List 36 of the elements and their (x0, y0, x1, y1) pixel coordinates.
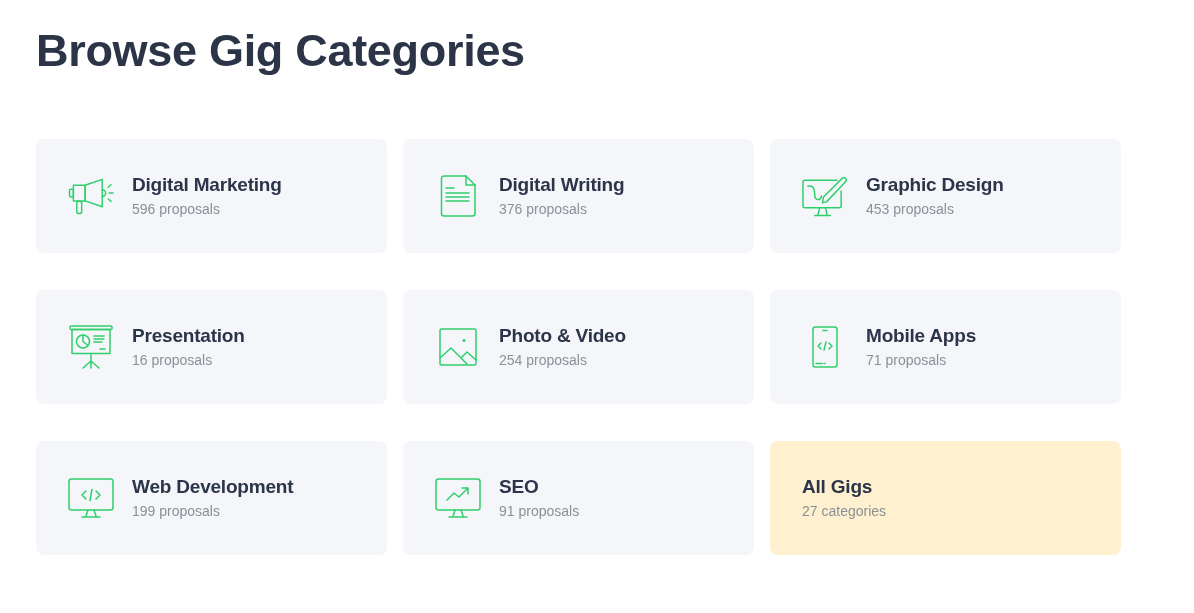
category-card[interactable]: SEO 91 proposals (403, 441, 754, 555)
document-icon (440, 175, 476, 217)
proposal-count: 91 proposals (499, 502, 580, 521)
category-card[interactable]: Mobile Apps 71 proposals (770, 290, 1121, 404)
category-name: Photo & Video (499, 324, 626, 348)
category-name: Web Development (132, 475, 294, 499)
proposal-count: 16 proposals (132, 351, 213, 370)
monitor-chart-icon (435, 478, 481, 518)
page-title: Browse Gig Categories (36, 24, 525, 78)
category-card[interactable]: Graphic Design 453 proposals (770, 139, 1121, 253)
category-name: Presentation (132, 324, 245, 348)
monitor-code-icon (68, 478, 114, 518)
phone-code-icon (812, 326, 838, 368)
monitor-pen-icon (802, 175, 848, 217)
proposal-count: 453 proposals (866, 200, 954, 219)
all-gigs-card[interactable]: All Gigs 27 categories (770, 441, 1121, 555)
category-name: All Gigs (802, 475, 873, 499)
category-card[interactable]: Web Development 199 proposals (36, 441, 387, 555)
category-name: SEO (499, 475, 539, 499)
category-name: Mobile Apps (866, 324, 977, 348)
proposal-count: 596 proposals (132, 200, 220, 219)
category-card[interactable]: Digital Writing 376 proposals (403, 139, 754, 253)
category-card[interactable]: Presentation 16 proposals (36, 290, 387, 404)
image-icon (439, 328, 477, 366)
proposal-count: 376 proposals (499, 200, 587, 219)
category-card[interactable]: Digital Marketing 596 proposals (36, 139, 387, 253)
presentation-board-icon (69, 325, 113, 369)
category-count: 27 categories (802, 502, 887, 521)
megaphone-icon (68, 177, 114, 215)
proposal-count: 199 proposals (132, 502, 220, 521)
proposal-count: 71 proposals (866, 351, 947, 370)
category-card[interactable]: Photo & Video 254 proposals (403, 290, 754, 404)
category-name: Graphic Design (866, 173, 1004, 197)
category-name: Digital Marketing (132, 173, 282, 197)
category-name: Digital Writing (499, 173, 625, 197)
proposal-count: 254 proposals (499, 351, 587, 370)
